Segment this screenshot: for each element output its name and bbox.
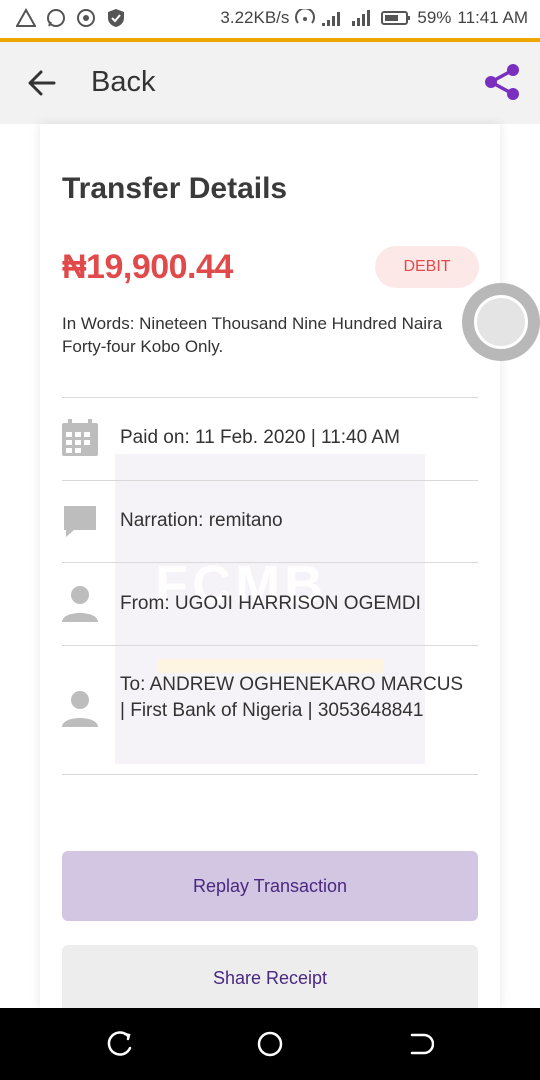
watermark-bar [157,659,383,673]
amount-in-words: In Words: Nineteen Thousand Nine Hundred… [62,314,443,356]
battery-level: 59% [417,8,452,27]
divider [62,562,478,563]
person-icon [62,586,98,622]
app-bar: Back [0,42,540,124]
shield-icon [108,9,124,27]
divider [62,774,478,775]
status-bar: 3.22KB/s 59% 11:41 AM [0,0,540,38]
whatsapp-icon [47,9,65,27]
replay-transaction-button[interactable]: Replay Transaction [62,851,478,921]
clock: 11:41 AM [457,8,528,27]
network-speed: 3.22KB/s [220,8,290,27]
recent-apps-icon[interactable] [106,1030,134,1058]
from-text: From: UGOJI HARRISON OGEMDI [120,593,421,614]
to-text: To: ANDREW OGHENEKARO MARCUS | First Ban… [120,674,464,721]
debit-badge: DEBIT [375,246,479,288]
share-icon[interactable] [482,62,522,102]
transfer-details-card: Transfer Details ₦19,900.44 DEBIT In Wor… [40,124,500,1011]
signal-icon [322,12,341,26]
assistive-touch-button[interactable] [462,283,540,361]
back-arrow-icon[interactable] [26,68,58,98]
divider [62,645,478,646]
alert-icon [16,8,36,27]
share-receipt-button[interactable]: Share Receipt [62,945,478,1011]
back-nav-icon[interactable] [406,1030,434,1058]
comment-icon [64,506,96,537]
paid-on-text: Paid on: 11 Feb. 2020 | 11:40 AM [120,427,400,448]
transfer-amount: ₦19,900.44 [62,248,233,286]
system-nav-bar [0,1008,540,1080]
record-icon [77,9,95,27]
signal-4g-icon [352,10,371,26]
assistive-touch-inner [474,295,528,349]
back-button[interactable]: Back [91,66,155,99]
person-icon [62,691,98,727]
page-title: Transfer Details [62,172,288,205]
battery-icon [381,11,411,25]
narration-text: Narration: remitano [120,510,283,531]
hotspot-icon [295,9,316,24]
divider [62,397,478,398]
divider [62,480,478,481]
home-icon[interactable] [256,1030,284,1058]
calendar-icon [62,419,98,456]
